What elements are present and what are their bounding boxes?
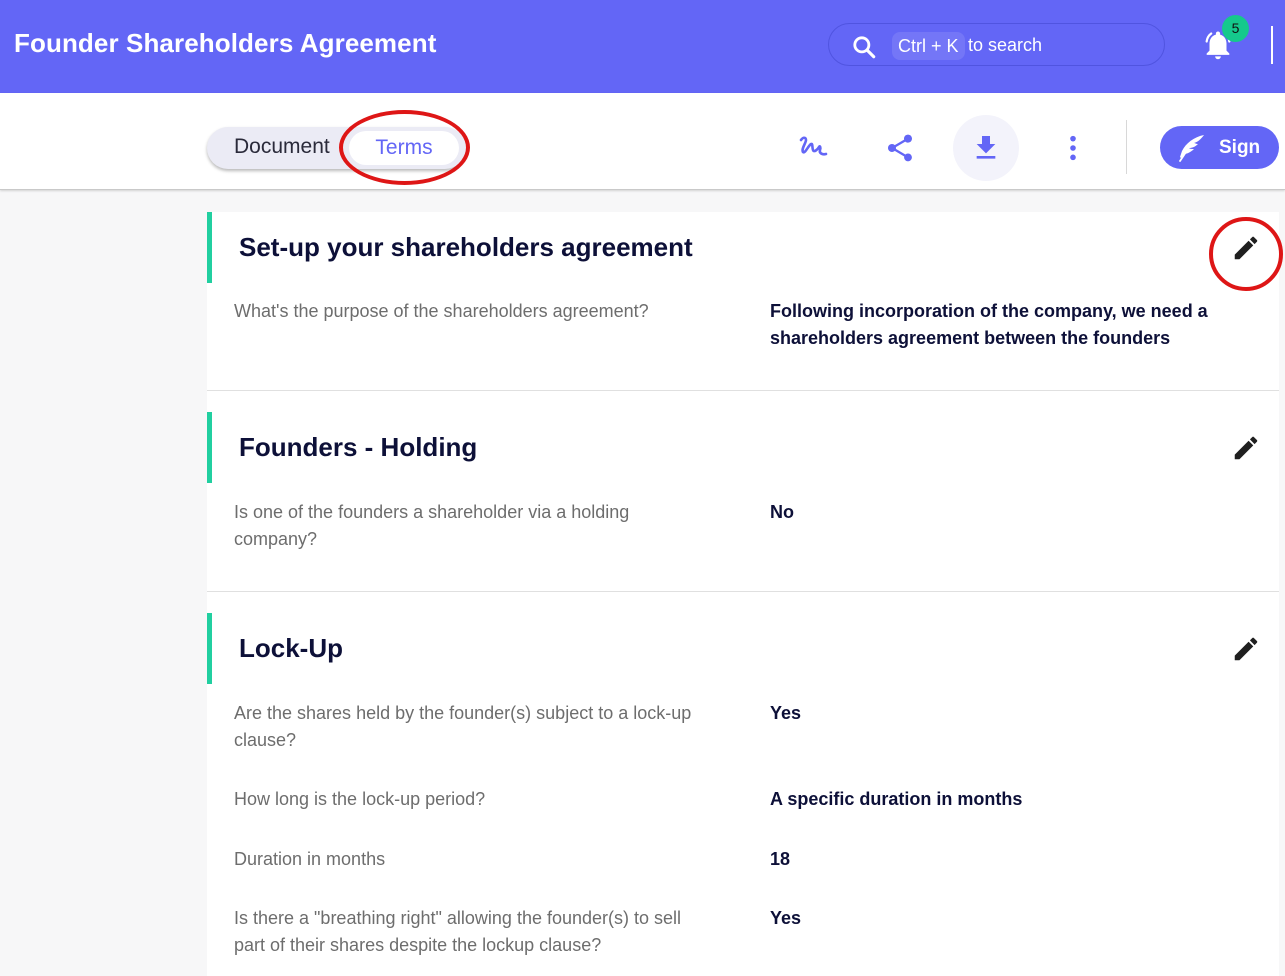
question-label: Are the shares held by the founder(s) su… xyxy=(234,703,692,750)
edit-pencil-icon[interactable] xyxy=(1231,634,1261,664)
section-title: Lock-Up xyxy=(239,633,343,663)
answer-value: Yes xyxy=(770,703,802,723)
tab-document[interactable]: Document xyxy=(234,135,330,159)
app-header: Founder Shareholders Agreement Ctrl + K … xyxy=(0,0,1285,93)
section-divider xyxy=(207,591,1279,592)
question-label: Duration in months xyxy=(234,849,386,869)
more-vertical-icon[interactable] xyxy=(1057,132,1089,164)
question-label: Is one of the founders a shareholder via… xyxy=(234,502,630,549)
sign-label: Sign xyxy=(1219,137,1261,158)
edit-pencil-icon[interactable] xyxy=(1231,433,1261,463)
section-title: Founders - Holding xyxy=(239,432,478,462)
section-title: Set-up your shareholders agreement xyxy=(239,232,693,262)
question-label: What's the purpose of the shareholders a… xyxy=(234,301,649,321)
annotation-circle-terms xyxy=(339,110,470,185)
page-title: Founder Shareholders Agreement xyxy=(14,28,437,58)
section-accent-bar xyxy=(207,613,212,684)
section-accent-bar xyxy=(207,212,212,283)
section-accent-bar xyxy=(207,412,212,483)
terms-section: Lock-Up Are the shares held by the found… xyxy=(207,613,1279,976)
notification-badge: 5 xyxy=(1222,15,1249,42)
share-icon[interactable] xyxy=(884,132,916,164)
answer-value: Yes xyxy=(770,908,802,928)
annotation-circle-edit xyxy=(1209,217,1283,291)
search-shortcut: Ctrl + K xyxy=(892,32,965,60)
terms-panel: Set-up your shareholders agreement What'… xyxy=(207,212,1279,976)
document-toolbar: Document Terms xyxy=(0,93,1285,190)
answer-value: Following incorporation of the company, … xyxy=(770,301,1208,348)
search-icon xyxy=(853,36,876,59)
quill-icon xyxy=(1179,135,1204,162)
download-icon xyxy=(976,136,996,159)
section-divider xyxy=(207,390,1279,391)
question-label: Is there a "breathing right" allowing th… xyxy=(234,908,682,955)
search-box[interactable]: Ctrl + K to search xyxy=(828,23,1165,66)
answer-value: 18 xyxy=(770,849,791,869)
sign-button[interactable]: Sign xyxy=(1160,126,1279,169)
search-placeholder: to search xyxy=(968,35,1043,55)
terms-section: Set-up your shareholders agreement What'… xyxy=(207,212,1279,390)
answer-value: A specific duration in months xyxy=(770,789,1023,809)
header-divider xyxy=(1271,26,1273,64)
terms-section: Founders - Holding Is one of the founder… xyxy=(207,412,1279,591)
question-label: How long is the lock-up period? xyxy=(234,789,486,809)
signature-icon[interactable] xyxy=(797,132,829,164)
toolbar-divider xyxy=(1126,120,1127,174)
answer-value: No xyxy=(770,502,794,522)
